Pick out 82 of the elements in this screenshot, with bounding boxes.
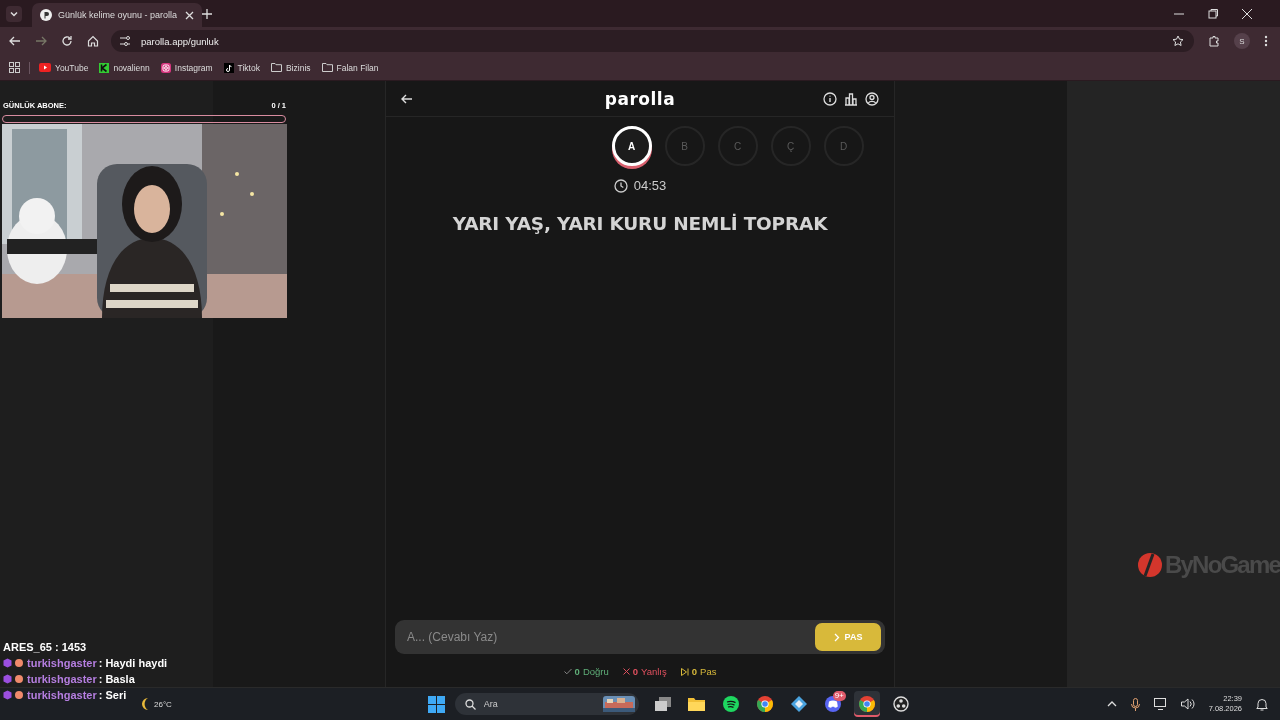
notification-bell-icon[interactable] [1256,697,1268,711]
browser-logo-icon [756,696,773,712]
star-icon[interactable] [1172,35,1184,47]
taskbar-search-bar[interactable]: Ara [454,693,639,715]
close-icon[interactable] [1242,8,1252,19]
chat-message: : Basla [98,673,135,685]
stat-count: 0 [574,666,580,677]
chat-message: : Seri [98,689,127,701]
chevron-icon [833,632,840,642]
browser-logo-icon [858,696,875,712]
chat-username: turkishgaster [27,657,97,669]
check-icon [563,668,572,675]
camera-logo-icon [160,62,171,73]
browser-tab[interactable]: Günlük kelime oyunu - parolla [32,3,202,27]
cross-icon [622,668,630,675]
site-settings-icon[interactable] [119,35,131,47]
apps-grid-icon[interactable] [9,62,20,73]
chat-username: turkishgaster [27,673,97,685]
badge-icon [3,674,25,684]
forward-icon[interactable] [35,35,47,47]
restore-icon[interactable] [1208,8,1218,19]
badge-icon [3,690,25,700]
menu-icon[interactable] [1264,35,1268,47]
stat-label: Yanlış [641,666,667,677]
folder-icon [688,697,706,711]
home-icon[interactable] [87,35,99,47]
back-icon[interactable] [401,92,413,105]
play-logo-icon [39,63,51,72]
stat-count: 0 [691,666,698,677]
search-icon [464,698,476,710]
bookmark-link[interactable]: novalienn [99,62,150,73]
stat-label: Pas [700,666,717,677]
countdown-timer: 04:53 [633,178,667,193]
speaker-icon[interactable] [1180,698,1195,710]
letter-circle[interactable]: A [611,126,652,166]
diamond-logo-icon [790,696,807,712]
sound-waves-logo-icon [722,696,739,712]
bookmark-link[interactable]: Tiktok [223,62,260,73]
clock-icon [613,178,628,193]
bookmark-link[interactable]: Falan Filan [321,62,379,73]
bar-chart-icon[interactable] [844,91,858,106]
network-icon[interactable] [1153,698,1167,710]
stat-label: Doğru [582,666,609,677]
search-field[interactable]: Ara [481,698,597,710]
temperature-text: 26°C [154,699,172,709]
microphone-icon[interactable] [1130,697,1140,711]
skip-icon [680,667,689,676]
tab-search-button[interactable] [6,5,22,22]
notification-badge: 9+ [832,691,846,701]
close-icon[interactable] [185,10,194,20]
taskbar-app-button[interactable]: 9+ [819,691,846,717]
bookmark-link[interactable]: Bizinis [270,62,311,73]
circle-logo-icon [892,696,909,712]
badge-icon [3,658,25,668]
bookmark-link[interactable]: Instagram [160,62,213,73]
chat-username: turkishgaster [27,689,97,701]
extensions-icon[interactable] [1208,35,1220,47]
slash-logo-icon [1137,552,1163,578]
parolla-logo-icon [40,9,52,21]
chat-message: : Haydi haydi [98,657,168,669]
info-icon[interactable] [823,91,837,106]
folder-icon [270,63,282,72]
folder-icon [321,63,333,72]
chat-message: ARES_65 : 1453 [3,641,88,653]
chevron-up-icon[interactable] [1106,701,1117,707]
clue-text: YARI YAŞ, YARI KURU NEMLİ TOPRAK [452,213,828,234]
reload-icon[interactable] [61,35,73,47]
stat-count: 0 [632,666,639,677]
app-title: parolla [604,88,676,109]
profile-avatar[interactable]: S [1234,33,1250,49]
windows-stack-icon [654,697,671,711]
bookmark-link[interactable]: YouTube [39,62,89,73]
taskbar-app-button[interactable] [853,691,880,717]
k-logo-icon [99,62,110,73]
user-icon[interactable] [865,91,879,106]
note-logo-icon [223,62,234,73]
game-controller-logo-icon [824,696,841,712]
back-icon[interactable] [9,35,21,47]
address-bar[interactable]: parolla.app/gunluk [111,30,1194,52]
start-icon[interactable] [427,695,445,713]
new-tab-icon[interactable] [202,8,212,19]
tab-title: Günlük kelime oyunu - parolla [58,10,179,20]
